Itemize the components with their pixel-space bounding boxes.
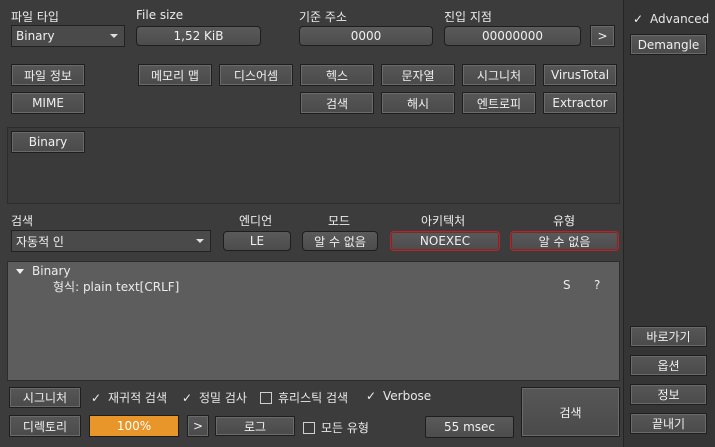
file-type-label: 파일 타입 [11, 10, 59, 24]
goto-button[interactable]: 바로가기 [630, 326, 707, 347]
entry-point-field[interactable]: 00000000 [444, 26, 581, 46]
about-button[interactable]: 정보 [630, 384, 707, 405]
demangle-button[interactable]: Demangle [630, 34, 707, 55]
virustotal-button[interactable]: VirusTotal [543, 64, 617, 86]
advanced-label: Advanced [650, 12, 710, 26]
type-field: 알 수 없음 [510, 231, 619, 251]
tree-expand-icon[interactable] [16, 269, 24, 274]
log-button[interactable]: 로그 [215, 416, 295, 436]
heuristic-label: 휴리스틱 검색 [278, 391, 349, 405]
verbose-checkbox[interactable]: ✓ Verbose [365, 389, 431, 403]
file-info-button[interactable]: 파일 정보 [11, 64, 85, 86]
check-icon: ✓ [90, 390, 102, 405]
search-mode-label: 검색 [11, 214, 34, 228]
sidebar: ✓ Advanced Demangle 바로가기 옵션 정보 끝내기 [623, 0, 715, 447]
recursive-checkbox[interactable]: ✓ 재귀적 검색 [90, 389, 167, 406]
search-button[interactable]: 검색 [300, 92, 374, 114]
base-address-label: 기준 주소 [299, 10, 347, 24]
base-address-field[interactable]: 0000 [299, 26, 433, 46]
all-types-label: 모든 유형 [321, 421, 369, 435]
memory-map-button[interactable]: 메모리 맵 [138, 64, 212, 86]
architecture-label: 아키텍처 [421, 214, 466, 228]
check-icon: ✓ [181, 390, 193, 405]
entry-point-label: 진입 지점 [444, 10, 492, 24]
exit-button[interactable]: 끝내기 [630, 413, 707, 434]
entropy-button[interactable]: 엔트로피 [462, 92, 536, 114]
checkbox-empty-icon [303, 421, 315, 434]
all-types-checkbox[interactable]: 모든 유형 [303, 419, 369, 436]
recursive-label: 재귀적 검색 [108, 391, 168, 405]
disasm-button[interactable]: 디스어셈 [219, 64, 293, 86]
directory-button[interactable]: 디렉토리 [9, 415, 81, 437]
endian-label: 엔디언 [239, 214, 273, 228]
hex-button[interactable]: 헥스 [300, 64, 374, 86]
heuristic-checkbox[interactable]: 휴리스틱 검색 [260, 389, 348, 406]
tree-node-format[interactable]: 형식: plain text[CRLF] [53, 278, 179, 295]
check-icon: ✓ [365, 389, 377, 403]
architecture-field: NOEXEC [390, 231, 500, 251]
result-tree-panel[interactable]: Binary 형식: plain text[CRLF] S ? [7, 261, 620, 381]
elapsed-time-field: 55 msec [425, 416, 514, 438]
check-icon: ✓ [632, 12, 644, 26]
signatures-button[interactable]: 시그니처 [462, 64, 536, 86]
endian-field: LE [223, 231, 291, 251]
file-type-value: Binary [16, 29, 55, 43]
file-size-field: 1,52 KiB [136, 26, 261, 46]
mode-label: 모드 [328, 214, 351, 228]
next-button[interactable]: > [187, 415, 209, 437]
search-mode-value: 자동적 인 [16, 234, 64, 249]
file-type-panel: Binary [7, 127, 620, 204]
extractor-button[interactable]: Extractor [543, 92, 617, 114]
options-button[interactable]: 옵션 [630, 355, 707, 376]
entry-point-go-button[interactable]: > [590, 25, 615, 47]
file-type-select[interactable]: Binary [11, 25, 125, 47]
deep-scan-label: 정밀 검사 [199, 391, 247, 405]
scan-progress-bar: 100% [89, 415, 179, 437]
file-size-label: File size [136, 8, 184, 22]
type-label: 유형 [553, 214, 576, 228]
column-s: S [563, 278, 571, 292]
strings-button[interactable]: 문자열 [381, 64, 455, 86]
mime-button[interactable]: MIME [11, 92, 85, 114]
signatures-bottom-button[interactable]: 시그니처 [9, 387, 81, 408]
search-mode-select[interactable]: 자동적 인 [11, 230, 211, 252]
scan-button[interactable]: 검색 [521, 387, 620, 437]
column-question: ? [594, 278, 601, 292]
mode-field: 알 수 없음 [302, 231, 378, 251]
tree-node-binary[interactable]: Binary [32, 264, 71, 278]
verbose-label: Verbose [383, 389, 432, 403]
hash-button[interactable]: 해시 [381, 92, 455, 114]
checkbox-empty-icon [260, 391, 272, 404]
advanced-checkbox[interactable]: ✓ Advanced [632, 12, 709, 26]
chevron-down-icon [110, 34, 118, 38]
chevron-down-icon [196, 239, 204, 243]
deep-scan-checkbox[interactable]: ✓ 정밀 검사 [181, 389, 247, 406]
binary-tag-button[interactable]: Binary [11, 131, 85, 153]
